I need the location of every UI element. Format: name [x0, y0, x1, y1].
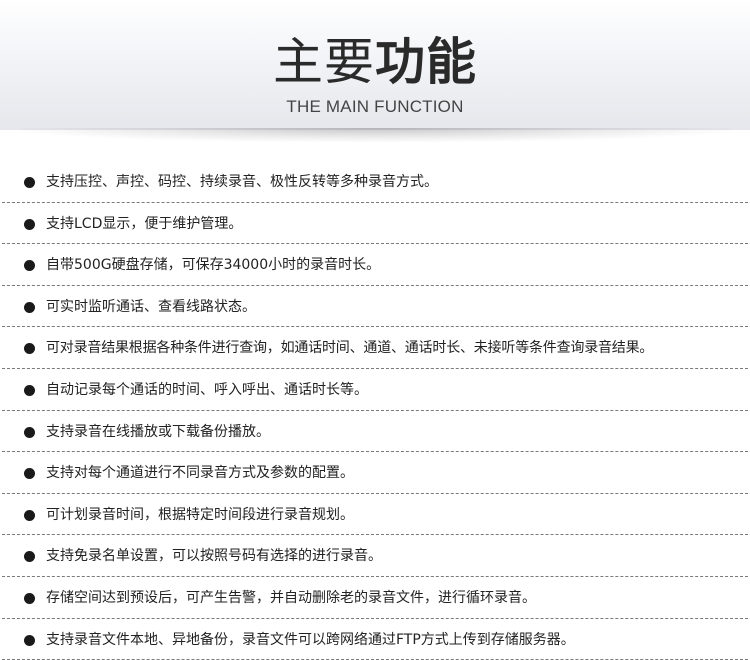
page-title: 主要功能 [0, 34, 750, 90]
feature-text: 支持录音在线播放或下载备份播放。 [46, 423, 270, 440]
bullet-icon [24, 384, 35, 396]
feature-text: 支持录音文件本地、异地备份，录音文件可以跨网络通过FTP方式上传到存储服务器。 [46, 631, 575, 648]
bullet-icon [24, 551, 35, 563]
bullet-icon [24, 634, 35, 646]
feature-text: 支持免录名单设置，可以按照号码有选择的进行录音。 [46, 548, 382, 565]
feature-text: 可实时监听通话、查看线路状态。 [46, 298, 256, 315]
list-item: 支持录音文件本地、异地备份，录音文件可以跨网络通过FTP方式上传到存储服务器。 [2, 619, 748, 660]
header-shadow [20, 128, 730, 142]
list-item: 支持LCD显示，便于维护管理。 [2, 203, 748, 245]
list-item: 支持压控、声控、码控、持续录音、极性反转等多种录音方式。 [2, 161, 748, 203]
bullet-icon [24, 301, 35, 313]
bullet-icon [24, 177, 35, 188]
list-item: 自带500G硬盘存储，可保存34000小时的录音时长。 [2, 244, 748, 286]
list-item: 支持免录名单设置，可以按照号码有选择的进行录音。 [2, 535, 748, 577]
list-item: 可实时监听通话、查看线路状态。 [2, 286, 748, 328]
list-item: 存储空间达到预设后，可产生告警，并自动删除老的录音文件，进行循环录音。 [2, 577, 748, 619]
title-bold: 功能 [375, 33, 477, 91]
bullet-icon [24, 468, 35, 480]
page-subtitle: THE MAIN FUNCTION [286, 97, 464, 116]
feature-list: 支持压控、声控、码控、持续录音、极性反转等多种录音方式。 支持LCD显示，便于维… [0, 161, 750, 660]
feature-text: 存储空间达到预设后，可产生告警，并自动删除老的录音文件，进行循环录音。 [46, 589, 536, 606]
feature-text: 自带500G硬盘存储，可保存34000小时的录音时长。 [46, 257, 381, 274]
feature-text: 支持LCD显示，便于维护管理。 [46, 215, 243, 232]
bullet-icon [24, 426, 35, 438]
title-light: 主要 [273, 33, 375, 91]
feature-text: 自动记录每个通话的时间、呼入呼出、通话时长等。 [46, 381, 368, 398]
list-item: 可计划录音时间，根据特定时间段进行录音规划。 [2, 494, 748, 536]
list-item: 支持对每个通道进行不同录音方式及参数的配置。 [2, 452, 748, 494]
feature-text: 可计划录音时间，根据特定时间段进行录音规划。 [46, 506, 354, 523]
feature-text: 可对录音结果根据各种条件进行查询，如通话时间、通道、通话时长、未接听等条件查询录… [46, 340, 654, 357]
list-item: 支持录音在线播放或下载备份播放。 [2, 411, 748, 453]
list-item: 可对录音结果根据各种条件进行查询，如通话时间、通道、通话时长、未接听等条件查询录… [2, 327, 748, 369]
bullet-icon [24, 509, 35, 521]
bullet-icon [24, 260, 35, 272]
bullet-icon [24, 218, 35, 230]
feature-text: 支持对每个通道进行不同录音方式及参数的配置。 [46, 465, 354, 482]
bullet-icon [24, 343, 35, 355]
list-item: 自动记录每个通话的时间、呼入呼出、通话时长等。 [2, 369, 748, 411]
feature-text: 支持压控、声控、码控、持续录音、极性反转等多种录音方式。 [46, 174, 438, 190]
bullet-icon [24, 592, 35, 604]
